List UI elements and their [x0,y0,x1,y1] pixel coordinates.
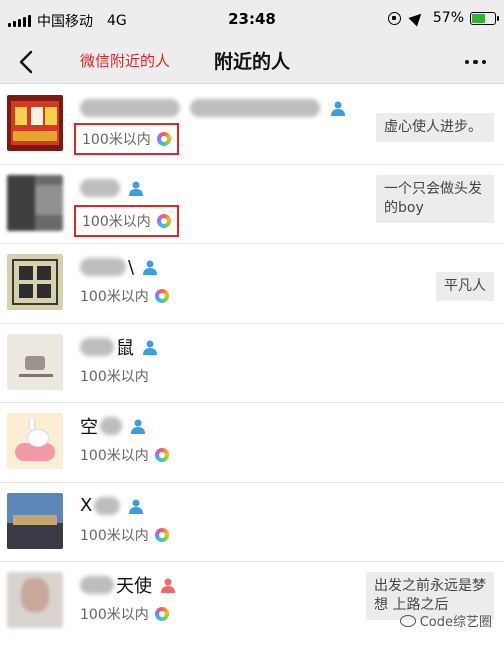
avatar [7,413,63,469]
distance-label: 100米以内 [80,448,149,464]
nav-bar: 附近的人 微信附近的人 [0,40,504,84]
list-item[interactable]: X 100米以内 [0,483,504,562]
distance-label: 100米以内 [80,607,149,623]
avatar [7,333,63,390]
blurred-name [80,576,114,594]
moments-wheel-icon [154,607,169,621]
annotation-label: 微信附近的人 [80,52,171,70]
moments-wheel-icon [156,132,171,146]
blurred-name [100,417,122,435]
male-user-icon [129,181,143,196]
blurred-name [80,258,126,276]
moments-wheel-icon [154,527,169,542]
distance-highlight: 100米以内 [74,123,179,155]
people-list: 100米以内 虚心使人进步。 100米以内 一个只会做头发的boy \ 100米… [0,85,504,642]
moments-wheel-icon [154,289,169,303]
male-user-icon [143,340,157,355]
male-user-icon [331,101,345,116]
distance-line: 100米以内 [80,445,169,465]
moments-wheel-icon [154,448,169,462]
watermark-label: Code综艺圈 [419,615,492,630]
name-line: 空 [80,413,146,439]
battery-icon [470,11,499,25]
status-bar: 中国移动 4G 23:48 57% [0,0,504,40]
list-item[interactable]: \ 100米以内 平凡人 [0,244,504,324]
more-dots-icon[interactable] [464,52,486,72]
location-icon [408,9,426,27]
distance-label: 100米以内 [80,527,149,544]
list-item[interactable]: 鼠 100米以内 [0,324,504,403]
avatar [7,95,63,151]
male-user-icon [143,260,158,275]
distance-highlight: 100米以内 [74,204,179,237]
name-line [80,175,144,201]
signature-bubble: 虚心使人进步。 [376,113,494,142]
distance-line: 100米以内 [80,604,169,624]
signature-bubble: 一个只会做头发的boy [376,174,494,223]
name-line: X [80,493,144,519]
distance-label: 100米以内 [82,213,151,230]
name-line [80,95,346,121]
moments-wheel-icon [156,213,171,228]
list-item[interactable]: 100米以内 虚心使人进步。 [0,85,504,165]
page-title: 附近的人 [213,51,290,73]
distance-label: 100米以内 [82,132,151,148]
avatar [7,174,63,231]
avatar [7,492,63,549]
avatar [7,572,63,628]
name-visible: 天使 [116,576,152,597]
distance-line: 100米以内 [80,366,149,386]
name-line: 鼠 [80,334,158,360]
blurred-name [80,337,114,356]
blurred-name [94,496,121,515]
signature-bubble: 平凡人 [436,272,494,301]
female-user-icon [161,578,175,593]
name-line: 天使 [80,572,176,598]
male-user-icon [129,499,144,514]
avatar [7,254,63,310]
blurred-name [80,99,180,117]
name-line: \ [80,254,158,280]
battery-percent: 57% [432,10,464,26]
status-right: 57% [387,9,499,27]
blurred-name [80,178,120,197]
rotation-lock-icon [387,11,401,25]
name-visible: X [80,495,93,516]
list-item[interactable]: 100米以内 一个只会做头发的boy [0,165,504,244]
name-visible: 空 [80,417,98,438]
distance-label: 100米以内 [80,289,149,305]
name-visible: 鼠 [116,337,134,359]
blurred-name [190,99,320,117]
distance-line: 100米以内 [80,525,169,545]
wechat-icon [399,614,416,627]
name-visible: \ [128,256,135,278]
distance-line: 100米以内 [80,286,169,306]
distance-label: 100米以内 [80,368,149,385]
male-user-icon [131,419,145,434]
list-item[interactable]: 空 100米以内 [0,403,504,483]
watermark: Code综艺圈 [399,611,492,630]
